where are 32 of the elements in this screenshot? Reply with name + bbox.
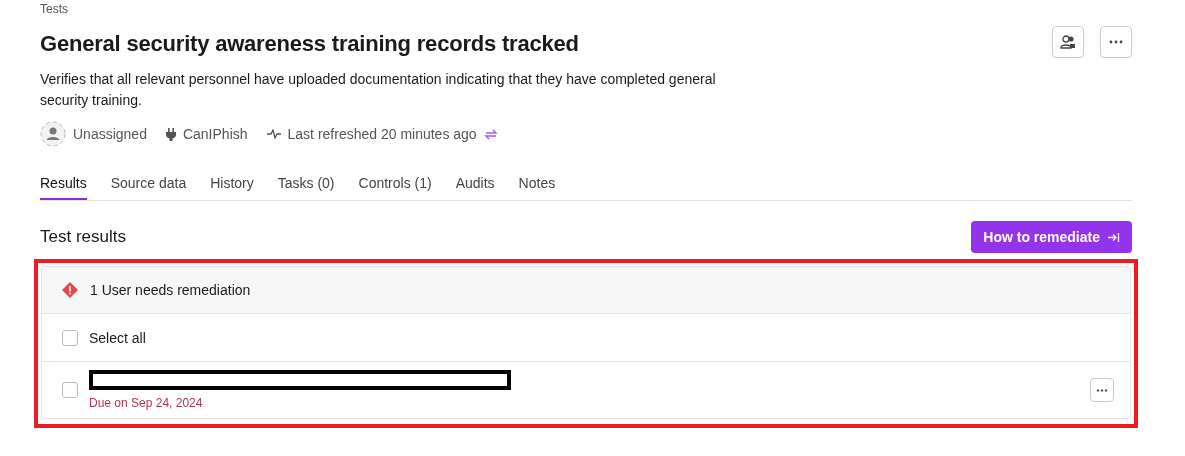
assign-button[interactable] bbox=[1052, 26, 1084, 58]
owner-label[interactable]: Unassigned bbox=[73, 126, 147, 142]
arrow-into-icon bbox=[1108, 231, 1120, 243]
due-date: Due on Sep 24, 2024 bbox=[89, 396, 204, 410]
tab[interactable]: Results bbox=[40, 167, 87, 200]
checkbox[interactable] bbox=[62, 329, 78, 346]
remediate-button[interactable]: How to remediate bbox=[971, 221, 1132, 253]
page-title: General security awareness training records tracked bbox=[40, 31, 580, 57]
tab[interactable]: Source data bbox=[110, 167, 187, 200]
people-icon bbox=[1060, 34, 1076, 50]
select-all-label[interactable]: Select all bbox=[89, 329, 146, 346]
tab[interactable]: Tasks (0) bbox=[277, 167, 335, 200]
refresh-status: Last refreshed 20 minutes ago bbox=[287, 126, 477, 142]
summary-text: 1 User needs remediation bbox=[90, 282, 251, 298]
description: Verifies that all relevant personnel have uploaded documentation indicating that they have completed general security training. bbox=[40, 70, 717, 110]
more-button[interactable] bbox=[1090, 378, 1114, 402]
more-button[interactable] bbox=[1100, 26, 1132, 58]
checkbox[interactable] bbox=[62, 382, 78, 398]
pulse-icon bbox=[266, 129, 281, 139]
section-title: Test results bbox=[40, 227, 126, 247]
tab[interactable]: History bbox=[210, 167, 254, 200]
tab[interactable]: Notes bbox=[518, 167, 556, 200]
refresh-icon[interactable] bbox=[483, 127, 498, 141]
avatar-icon bbox=[40, 121, 66, 147]
plug-icon bbox=[165, 127, 176, 141]
more-icon bbox=[1109, 40, 1123, 44]
tab[interactable]: Audits bbox=[455, 167, 495, 200]
more-icon bbox=[1096, 388, 1108, 392]
warning-icon bbox=[62, 282, 78, 298]
tab[interactable]: Controls (1) bbox=[358, 167, 432, 200]
breadcrumb[interactable]: Tests bbox=[40, 2, 724, 16]
integration-label[interactable]: CanIPhish bbox=[182, 126, 248, 142]
